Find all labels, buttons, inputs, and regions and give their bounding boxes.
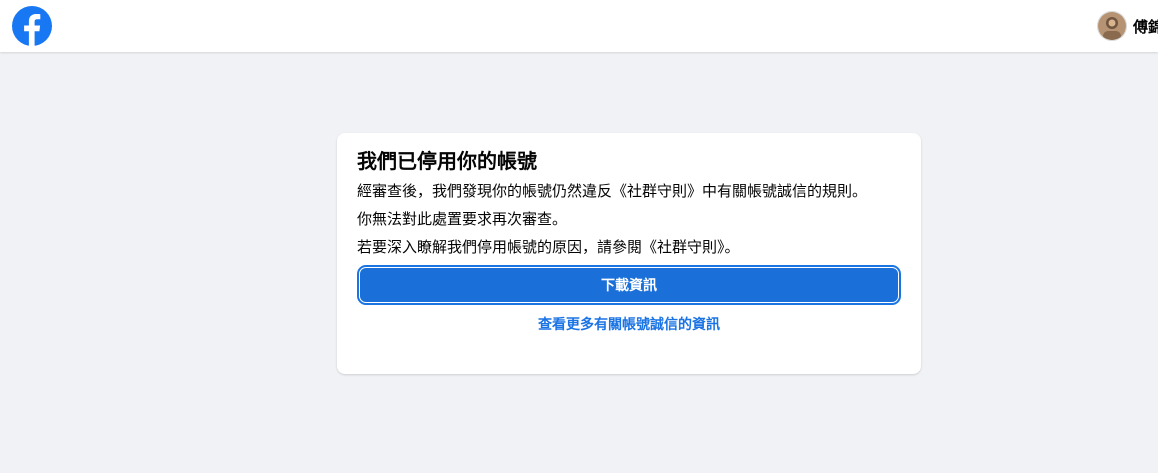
profile-menu[interactable]: 傅錦 <box>1097 10 1158 42</box>
download-info-button[interactable]: 下載資訊 <box>360 268 898 302</box>
download-info-button-focus-ring: 下載資訊 <box>357 265 901 305</box>
review-result-text: 經審查後，我們發現你的帳號仍然違反《社群守則》中有關帳號誠信的規則。 <box>357 182 868 200</box>
avatar <box>1097 11 1127 41</box>
no-appeal-text: 你無法對此處置要求再次審查。 <box>357 210 568 228</box>
profile-name: 傅錦 <box>1133 17 1158 36</box>
facebook-logo-icon[interactable] <box>12 6 52 46</box>
account-disabled-card: 我們已停用你的帳號 經審查後，我們發現你的帳號仍然違反《社群守則》中有關帳號誠信… <box>337 133 921 374</box>
page-title: 我們已停用你的帳號 <box>357 149 537 173</box>
top-navigation-bar: 傅錦 <box>0 0 1158 52</box>
learn-more-link[interactable]: 查看更多有關帳號誠信的資訊 <box>357 314 901 334</box>
community-standards-text: 若要深入瞭解我們停用帳號的原因，請參閱《社群守則》。 <box>357 238 740 256</box>
